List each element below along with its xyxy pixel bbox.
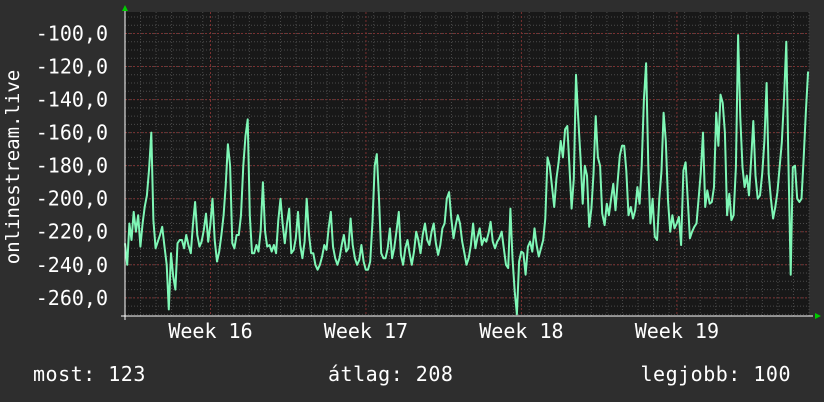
x-tick-label: Week 17 [324,319,408,343]
y-axis-label: onlinestream.live [2,70,24,264]
y-axis-arrow-icon [122,5,128,11]
y-tick-label: -140,0 [36,88,108,112]
y-tick-label: -200,0 [36,187,108,211]
x-tick-labels: Week 16 Week 17 Week 18 Week 19 [168,319,719,343]
y-tick-label: -240,0 [36,253,108,277]
y-tick-label: -180,0 [36,154,108,178]
x-tick-label: Week 16 [168,319,252,343]
y-tick-label: -100,0 [36,21,108,45]
y-tick-label: -260,0 [36,286,108,310]
y-tick-label: -160,0 [36,121,108,145]
stat-best: legjobb: 100 [640,362,791,386]
y-tick-label: -120,0 [36,55,108,79]
stat-average: átlag: 208 [328,362,454,386]
x-tick-label: Week 18 [479,319,563,343]
y-tick-labels: -100,0 -120,0 -140,0 -160,0 -180,0 -200,0 -220… [36,21,108,309]
x-axis-arrow-icon [815,313,821,319]
y-tick-label: -220,0 [36,220,108,244]
x-tick-label: Week 19 [635,319,719,343]
line-chart: -100,0 -120,0 -140,0 -160,0 -180,0 -200,0 -220… [2,5,821,343]
stat-current: most: 123 [33,362,146,386]
